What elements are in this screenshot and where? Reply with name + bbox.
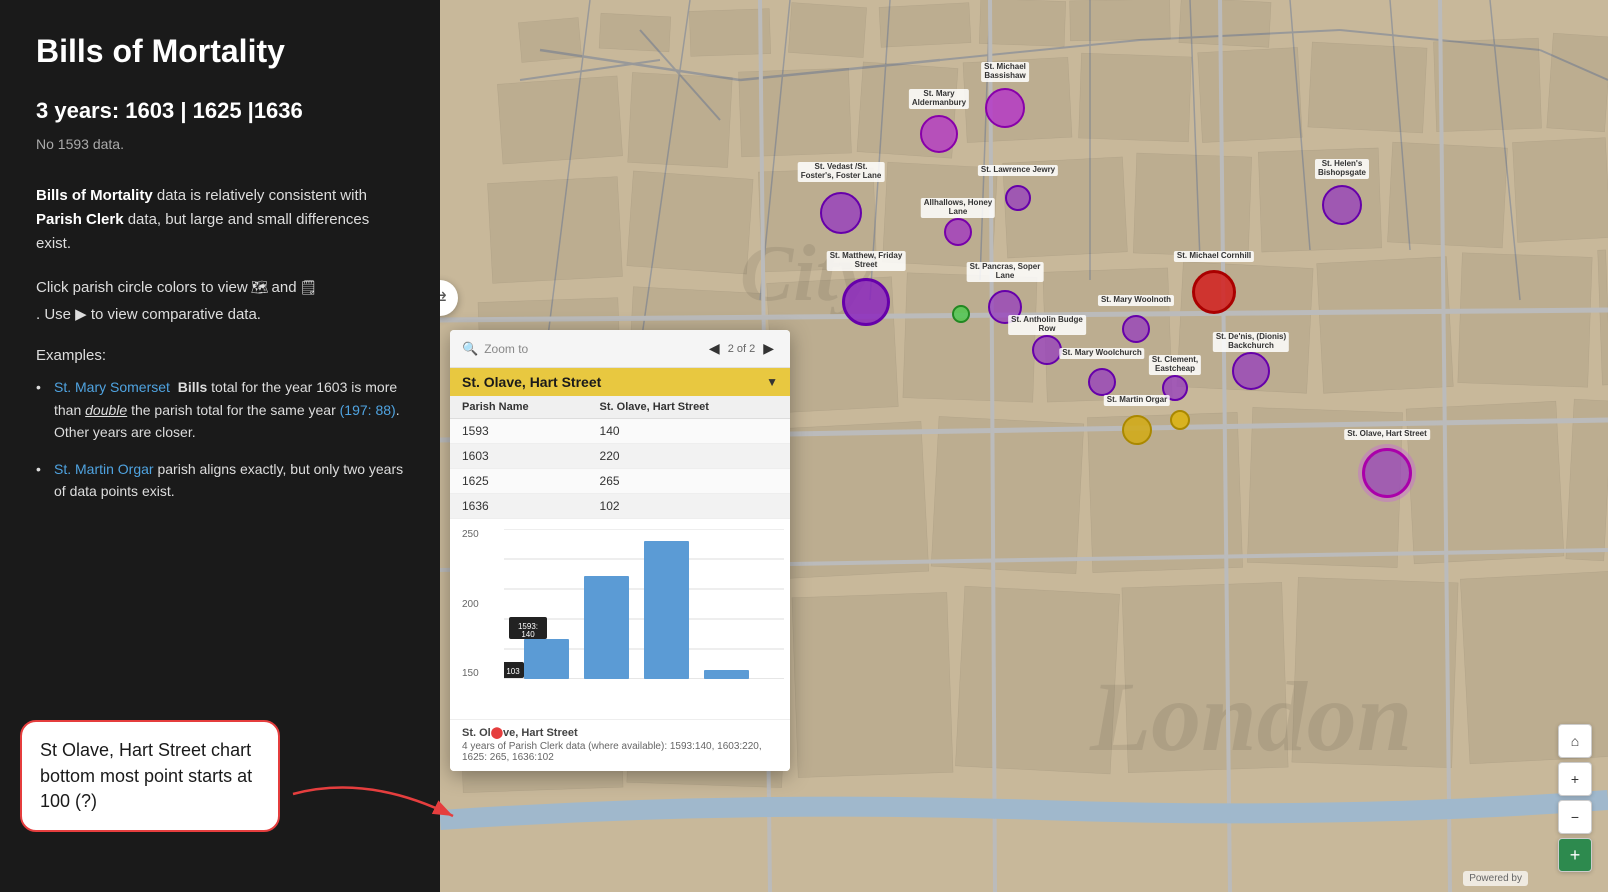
svg-text:London: London (1089, 661, 1412, 772)
app-title: Bills of Mortality (36, 32, 404, 70)
search-icon: 🔍 (462, 341, 478, 357)
popup-table-body: 1593 140 1603 220 1625 265 1636 102 (450, 419, 790, 519)
table-row-1636: 1636 102 (450, 494, 790, 519)
description-text: Bills of Mortality data is relatively co… (36, 184, 404, 256)
example-1: St. Mary Somerset Bills total for the ye… (36, 376, 404, 443)
popup-header: 🔍 Zoom to ◀ 2 of 2 ▶ (450, 330, 790, 368)
svg-text:103: 103 (506, 667, 520, 676)
footer-title: St. Ol⬤ve, Hart Street (462, 726, 778, 739)
popup-search-area: 🔍 Zoom to (462, 341, 528, 357)
value-1636: 102 (588, 494, 790, 519)
table-header-parish: Parish Name (450, 396, 588, 419)
parish-bold: Parish Clerk (36, 211, 124, 228)
bar-1625[interactable] (644, 541, 689, 679)
y-label-200: 200 (462, 599, 479, 610)
examples-label: Examples: (36, 347, 404, 364)
nav-next-button[interactable]: ▶ (759, 338, 778, 359)
nav-count: 2 of 2 (728, 343, 756, 355)
popup-card: 🔍 Zoom to ◀ 2 of 2 ▶ St. Olave, Hart Str… (450, 330, 790, 771)
powered-by: Powered by (1463, 871, 1528, 886)
bills-label: Bills (178, 379, 208, 395)
value-1625: 265 (588, 469, 790, 494)
table-icon: 🗒 (300, 276, 318, 298)
table-row-1603: 1603 220 (450, 444, 790, 469)
parish-st-lawrence-jewry[interactable]: St. Lawrence Jewry (1005, 185, 1031, 211)
year-1603: 1603 (450, 444, 588, 469)
y-label-150: 150 (462, 668, 479, 679)
svg-text:140: 140 (521, 630, 535, 639)
footer-text: 4 years of Parish Clerk data (where avai… (462, 741, 778, 763)
popup-table: Parish Name St. Olave, Hart Street 1593 … (450, 396, 790, 519)
zoom-out-button[interactable]: − (1558, 800, 1592, 834)
click-info: Click parish circle colors to view 🗺 and… (36, 276, 404, 327)
table-row-1593: 1593 140 (450, 419, 790, 444)
parish-st-olave-hart-street[interactable]: St. Olave, Hart Street (1362, 448, 1412, 498)
no-data-label: No 1593 data. (36, 136, 404, 152)
parish-st-michael-cornhill[interactable]: St. Michael Cornhill (1192, 270, 1236, 314)
zoom-in-button[interactable]: + (1558, 762, 1592, 796)
zoom-to-label[interactable]: Zoom to (484, 342, 528, 356)
annotation-box: St Olave, Hart Street chart bottom most … (20, 720, 280, 832)
table-row-1625: 1625 265 (450, 469, 790, 494)
add-button[interactable]: + (1558, 838, 1592, 872)
popup-chart: 250 200 150 (450, 519, 790, 719)
st-martin-orgar-link[interactable]: St. Martin Orgar (54, 461, 154, 477)
value-1603: 220 (588, 444, 790, 469)
year-1593: 1593 (450, 419, 588, 444)
parish-green-dot[interactable] (952, 305, 970, 323)
popup-footer: St. Ol⬤ve, Hart Street 4 years of Parish… (450, 719, 790, 771)
year-1625: 1625 (450, 469, 588, 494)
parish-st-mary-woolchurch[interactable]: St. Mary Woolchurch (1088, 368, 1116, 396)
map-controls: ⌂ + − + (1558, 724, 1592, 872)
year-1636: 1636 (450, 494, 588, 519)
parish-st-helens-bishopsgate[interactable]: St. Helen'sBishopsgate (1322, 185, 1362, 225)
parish-st-martin-orgar[interactable]: St. Martin Orgar (1122, 415, 1152, 445)
parish-st-pancras-soper[interactable]: St. Pancras, SoperLane (988, 290, 1022, 324)
left-panel: Bills of Mortality 3 years: 1603 | 1625 … (0, 0, 440, 892)
parish-allhallows-honey[interactable]: Allhallows, HoneyLane (944, 218, 972, 246)
example-2: St. Martin Orgar parish aligns exactly, … (36, 458, 404, 503)
parish-st-matthew[interactable]: St. Matthew, FridayStreet (842, 278, 890, 326)
popup-nav: ◀ 2 of 2 ▶ (705, 338, 778, 359)
value-1593: 140 (588, 419, 790, 444)
bar-chart-svg: 1593: 140 103 (504, 529, 784, 679)
chevron-down-icon: ▼ (766, 375, 778, 389)
nav-prev-button[interactable]: ◀ (705, 338, 724, 359)
annotation-arrow (288, 764, 458, 824)
bar-1603[interactable] (584, 576, 629, 679)
popup-parish-name: St. Olave, Hart Street (462, 374, 601, 390)
y-label-250: 250 (462, 529, 479, 540)
parish-st-mary-woolnoth[interactable]: St. Mary Woolnoth (1122, 315, 1150, 343)
parish-st-mary-aldermanbury[interactable]: St. MaryAldermanbury (920, 115, 958, 153)
parish-gold-dot[interactable] (1170, 410, 1190, 430)
years-label: 3 years: 1603 | 1625 |1636 (36, 98, 404, 124)
parish-st-clement-eastcheap[interactable]: St. Clement,Eastcheap (1162, 375, 1188, 401)
bar-1593[interactable] (524, 639, 569, 679)
parish-st-denis-backchurch[interactable]: St. De'nis, (Dionis)Backchurch (1232, 352, 1270, 390)
parish-st-antholin[interactable]: St. Antholin BudgeRow (1032, 335, 1062, 365)
map-area: City London (440, 0, 1608, 892)
home-button[interactable]: ⌂ (1558, 724, 1592, 758)
swap-button[interactable]: ⇄ (440, 280, 458, 316)
st-mary-somerset-link[interactable]: St. Mary Somerset (54, 379, 170, 395)
parish-st-vedast[interactable]: St. Vedast /St.Foster's, Foster Lane (820, 192, 862, 234)
bar-1636[interactable] (704, 670, 749, 679)
grid-icon: 🗺 (251, 276, 269, 298)
parish-st-michael-bassishaw[interactable]: St. MichaelBassishaw (985, 88, 1025, 128)
ratio-muted: (197: 88) (340, 402, 396, 418)
examples-list: St. Mary Somerset Bills total for the ye… (36, 376, 404, 502)
table-header-value: St. Olave, Hart Street (588, 396, 790, 419)
bills-bold: Bills of Mortality (36, 187, 153, 204)
popup-parish-tag[interactable]: St. Olave, Hart Street ▼ (450, 368, 790, 396)
